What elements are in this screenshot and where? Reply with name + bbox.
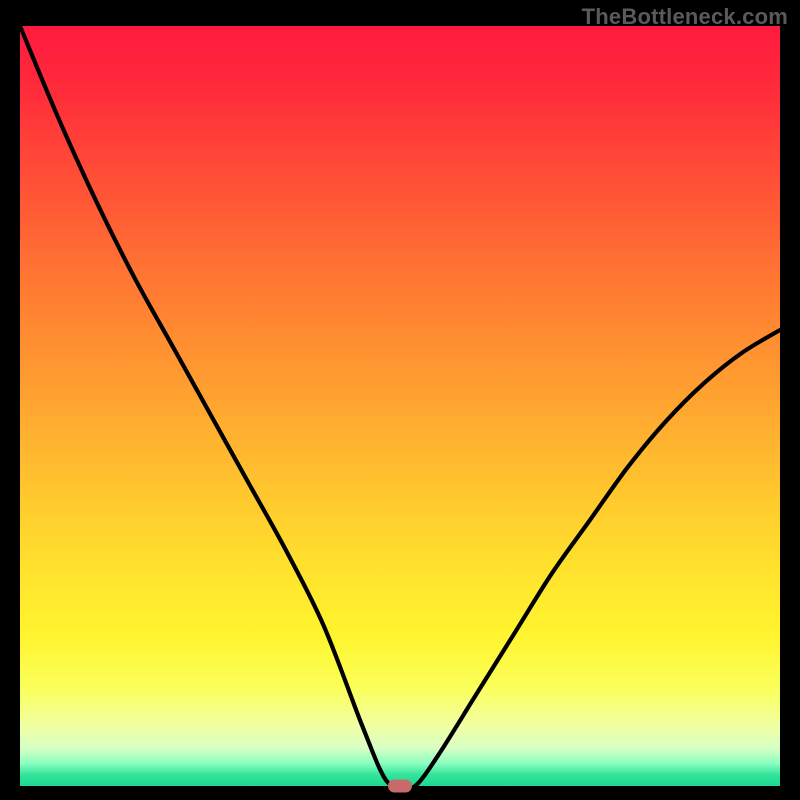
plot-area	[20, 26, 780, 786]
optimum-marker	[388, 780, 412, 793]
bottleneck-curve	[20, 26, 780, 786]
chart-frame: TheBottleneck.com	[0, 0, 800, 800]
